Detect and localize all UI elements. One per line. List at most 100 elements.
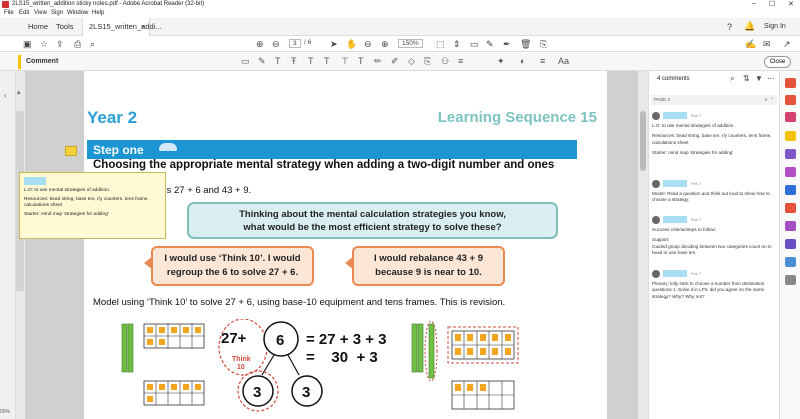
search-icon[interactable]: ⌕ [90,39,95,49]
author-name-redacted [663,180,687,187]
prev-page-icon[interactable]: ⊕ [256,39,264,49]
stamp-icon[interactable]: ⚇ [441,56,449,67]
sign-tool-icon[interactable]: ✒ [503,39,511,49]
menu-help[interactable]: Help [92,10,104,16]
tab-tools[interactable]: Tools [50,18,80,36]
menu-view[interactable]: View [34,10,47,16]
menu-window[interactable]: Window [67,10,88,16]
line-width-icon[interactable]: ≡ [540,56,545,66]
tab-close-icon[interactable]: × [141,18,145,36]
redact-icon[interactable] [785,239,796,249]
more-tools-icon[interactable] [785,275,796,285]
more-options-icon[interactable]: ⋯ [767,74,775,83]
collapse-icon[interactable]: ⌃ [770,97,774,103]
comment-header: Feb 7 [652,215,776,227]
attach-icon[interactable]: ⎘ [424,56,431,67]
text-box-icon[interactable]: ⊤ [341,56,349,67]
comment-item[interactable]: Feb 7 L.O: to use mental strategies of a… [652,111,776,160]
search-comments-icon[interactable]: ⌕ [730,74,734,84]
strikethrough-icon[interactable]: Ŧ [291,56,297,66]
comment-item[interactable]: Feb 7 Success criteria/steps to follow: … [652,215,776,260]
scroll-up-arrow-icon[interactable]: ▴ [17,88,21,96]
highlight-tool-icon[interactable]: ✎ [486,39,494,49]
combine-files-icon[interactable] [785,149,796,159]
replace-text-icon[interactable]: T [308,56,314,66]
tab-document[interactable]: 2LS15_written_addi... × [82,18,162,36]
menu-file[interactable]: File [4,10,14,16]
highlight-text-icon[interactable]: ✎ [258,56,266,67]
text-comment-icon[interactable]: T [358,56,364,66]
zoom-select[interactable]: 150% [398,39,423,48]
organize-pages-icon[interactable] [785,167,796,177]
comment-item[interactable]: Feb 7 Model: Read a question and think o… [652,179,776,208]
learning-sequence-title: Learning Sequence 15 [437,109,597,126]
record-audio-icon[interactable]: ≡ [458,56,463,66]
equation-line-2: = 30 + 3 [306,349,378,366]
document-scrollbar[interactable] [638,71,648,419]
underline-icon[interactable]: T [275,56,281,66]
close-comment-button[interactable]: Close [764,56,791,68]
eraser-icon[interactable]: ✐ [391,56,399,67]
comment-date: Feb 7 [691,181,702,186]
menu-sign[interactable]: Sign [51,10,63,16]
fit-page-icon[interactable]: ⬚ [436,39,445,49]
comment-date: Feb 7 [691,217,702,222]
window-title: 2LS15_written_addition sticky notes.pdf … [12,1,205,7]
sign-in-link[interactable]: Sign In [764,23,786,30]
help-icon[interactable]: ? [727,22,732,32]
popup-line: Starter: mind map 'strategies for adding… [24,212,109,217]
filter-icon[interactable]: ▼ [755,74,763,83]
insert-text-icon[interactable]: T [324,56,330,66]
page-number-input[interactable]: 3 [289,39,301,48]
color-icon[interactable]: ◐ [520,56,525,66]
select-tool-icon[interactable]: ➤ [330,39,338,49]
star-icon[interactable]: ☆ [40,39,48,49]
comment-toolbar: Comment ▭ ✎ T Ŧ T T ⊤ T ✏ ✐ ◇ ⎘ ⚇ ≡ ✦ ◐ … [0,53,800,71]
upload-icon[interactable]: ⇪ [56,39,64,49]
font-icon[interactable]: Aa [558,56,569,66]
comment-item[interactable]: Feb 7 Plenary: lolly stick to choose a n… [652,269,776,304]
next-page-icon[interactable]: ⊖ [272,39,280,49]
share-icon[interactable]: ✉ [763,39,771,49]
author-name-redacted [663,112,687,119]
sort-icon[interactable]: ⇅ [743,74,750,83]
sticky-note-tool-icon[interactable]: ▭ [241,56,250,67]
bond-part-a: 3 [253,384,261,401]
page-total: / 6 [304,39,312,46]
pin-icon[interactable]: ✦ [497,56,505,67]
bubble-tail [345,256,354,270]
export-icon[interactable]: ⎘ [540,39,547,49]
close-window-icon[interactable]: ✕ [788,0,794,8]
create-pdf-icon[interactable] [785,78,796,88]
share-link-icon[interactable]: ↗ [783,39,791,49]
notifications-icon[interactable]: 🔔 [744,21,755,32]
sticky-note-icon[interactable] [65,146,77,156]
fill-and-sign-icon[interactable] [785,185,796,195]
minimize-icon[interactable]: – [752,0,756,7]
edit-pdf-icon[interactable] [785,95,796,105]
pencil-icon[interactable]: ✏ [374,56,382,67]
comment-tool-icon[interactable]: ▭ [470,39,479,49]
draw-shapes-icon[interactable]: ◇ [408,56,415,67]
scroll-thumb[interactable] [640,111,646,171]
zoom-in-icon[interactable]: ⊕ [381,39,389,49]
menu-edit[interactable]: Edit [19,10,29,16]
title-bar: 2LS15_written_addition sticky notes.pdf … [0,0,800,9]
scroll-mode-icon[interactable]: ⇕ [453,39,461,49]
maximize-icon[interactable]: ☐ [769,0,775,8]
zoom-out-icon[interactable]: ⊖ [364,39,372,49]
page-group-header[interactable]: PAGE 3 4 ⌃ [651,95,777,105]
comment-tool-active-icon[interactable] [785,131,796,141]
send-for-comments-icon[interactable] [785,257,796,267]
protect-icon[interactable] [785,221,796,231]
export-pdf-icon[interactable] [785,112,796,122]
fill-sign-icon[interactable]: ✍ [745,39,756,49]
comment-header: Feb 7 [652,111,776,123]
compress-pdf-icon[interactable] [785,203,796,213]
hand-tool-icon[interactable]: ✋ [346,39,357,49]
sticky-note-popup[interactable]: L.O: to use mental strategies of additio… [19,172,166,239]
save-icon[interactable]: ▣ [23,39,32,49]
delete-icon[interactable]: 🗑 [520,39,531,49]
print-icon[interactable]: ⎙ [74,39,81,49]
expand-left-icon[interactable]: ‹ [4,91,7,100]
